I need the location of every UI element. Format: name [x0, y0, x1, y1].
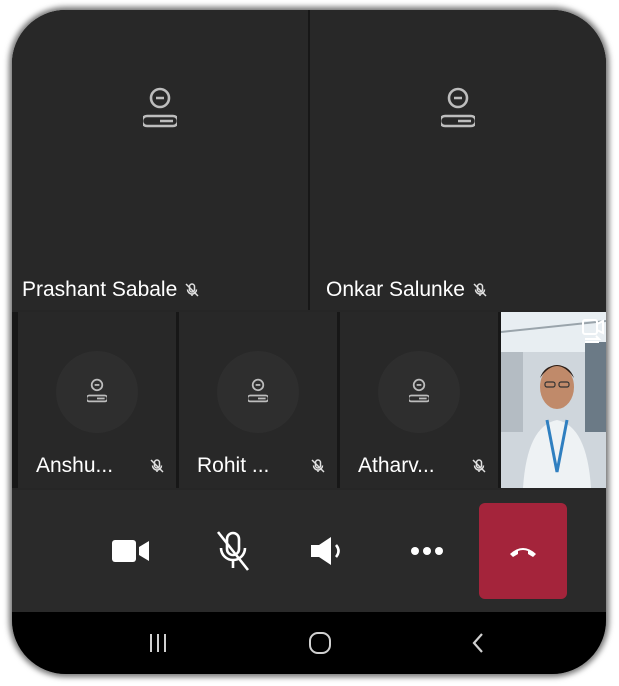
home-icon — [309, 632, 331, 654]
participant-name: Onkar Salunke — [326, 278, 487, 302]
participant-name: Prashant Sabale — [22, 278, 199, 302]
participant-avatar — [56, 351, 138, 433]
video-camera-icon — [112, 540, 149, 562]
person-icon — [441, 87, 475, 128]
mute-button[interactable] — [194, 512, 272, 590]
speaker-icon — [311, 537, 340, 565]
self-video-preview[interactable] — [501, 312, 606, 488]
person-icon — [87, 378, 107, 403]
mic-off-icon — [311, 459, 325, 473]
participant-name-text: Atharv... — [358, 454, 435, 477]
more-options-button[interactable] — [388, 512, 466, 590]
person-icon — [143, 87, 177, 128]
switch-camera-icon[interactable] — [579, 318, 606, 344]
recent-apps-button[interactable] — [138, 628, 178, 658]
mid-participant-row: Anshu... Rohit ... Atharv... — [12, 312, 606, 488]
person-icon — [409, 378, 429, 403]
participant-tile-onkar[interactable]: Onkar Salunke — [310, 10, 606, 310]
back-button[interactable] — [458, 628, 498, 658]
recent-apps-icon — [150, 634, 166, 652]
participant-name-text: Onkar Salunke — [326, 278, 465, 301]
participant-tile-prashant[interactable]: Prashant Sabale — [12, 10, 308, 310]
participant-avatar — [378, 351, 460, 433]
back-icon — [472, 633, 483, 653]
participant-avatar — [412, 64, 504, 156]
end-call-button[interactable] — [479, 503, 567, 599]
end-call-icon — [510, 548, 536, 557]
participant-tile-anshu[interactable]: Anshu... — [18, 312, 176, 488]
participant-name: Atharv... — [358, 454, 486, 478]
more-options-icon — [411, 547, 443, 555]
mic-off-icon — [472, 459, 486, 473]
participant-name-text: Anshu... — [36, 454, 114, 477]
participant-tile-rohit[interactable]: Rohit ... — [179, 312, 337, 488]
participant-name: Rohit ... — [197, 454, 325, 478]
top-participant-row: Prashant Sabale Onkar Salunke — [12, 10, 606, 310]
participant-avatar — [217, 351, 299, 433]
participant-name: Anshu... — [36, 454, 164, 478]
mic-off-icon — [473, 283, 487, 297]
home-button[interactable] — [300, 628, 340, 658]
call-window: Prashant Sabale Onkar Salunke Anshu... R… — [12, 10, 606, 674]
participant-tile-atharv[interactable]: Atharv... — [340, 312, 498, 488]
call-controls-bar — [12, 490, 606, 612]
participant-name-text: Prashant Sabale — [22, 278, 178, 301]
system-navigation-bar — [12, 612, 606, 674]
mic-off-icon — [185, 283, 199, 297]
person-icon — [248, 378, 268, 403]
camera-button[interactable] — [92, 512, 170, 590]
participant-avatar — [114, 64, 206, 156]
speaker-button[interactable] — [290, 512, 368, 590]
microphone-off-icon — [216, 531, 250, 571]
mic-off-icon — [150, 459, 164, 473]
participant-name-text: Rohit ... — [197, 454, 270, 477]
